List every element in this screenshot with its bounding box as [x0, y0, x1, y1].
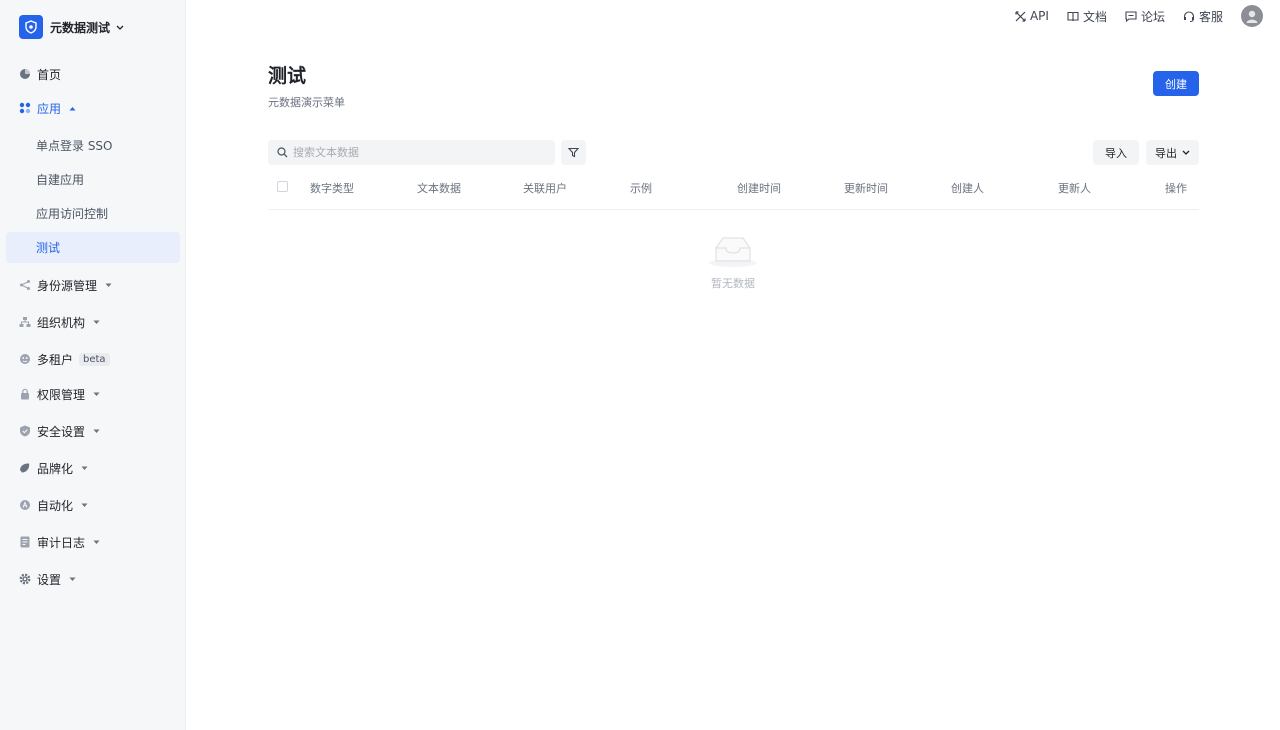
pie-chart-icon — [19, 68, 31, 80]
book-icon — [1067, 11, 1079, 21]
gear-icon — [19, 573, 31, 585]
automation-icon — [19, 499, 31, 511]
document-icon — [19, 536, 31, 548]
apps-icon — [19, 102, 31, 114]
column-header: 创建人 — [951, 182, 984, 195]
column-header: 创建时间 — [737, 182, 781, 195]
sidebar-subitem-sso[interactable]: 单点登录 SSO — [6, 130, 180, 161]
paint-icon — [19, 462, 31, 474]
top-toolbar: API 文档 论坛 客服 — [1015, 5, 1263, 27]
sidebar-item-branding[interactable]: 品牌化 — [6, 453, 180, 483]
org-chart-icon — [19, 316, 31, 328]
top-link-api[interactable]: API — [1015, 9, 1049, 23]
column-header: 操作 — [1165, 182, 1187, 195]
filter-icon — [568, 147, 579, 158]
search-box — [268, 140, 555, 165]
sidebar-subitem-test[interactable]: 测试 — [6, 232, 180, 263]
sidebar-item-label: 多租户 — [37, 352, 74, 367]
caret-down-icon — [93, 429, 100, 434]
sidebar-item-home[interactable]: 首页 — [6, 59, 180, 89]
sidebar-item-audit-log[interactable]: 审计日志 — [6, 527, 180, 557]
app-switcher[interactable]: 元数据测试 — [19, 15, 124, 39]
top-link-label: API — [1029, 9, 1049, 23]
filter-button[interactable] — [561, 140, 586, 165]
page-title: 测试 — [268, 65, 307, 87]
top-link-label: 论坛 — [1140, 9, 1165, 24]
sidebar-item-label: 权限管理 — [37, 387, 86, 402]
column-header: 更新时间 — [844, 182, 888, 195]
top-link-forum[interactable]: 论坛 — [1125, 8, 1165, 25]
sidebar-item-label: 身份源管理 — [37, 278, 98, 293]
import-label: 导入 — [1105, 146, 1127, 160]
caret-down-icon — [93, 320, 100, 325]
empty-text: 暂无数据 — [711, 277, 755, 290]
chevron-down-icon — [1182, 150, 1190, 155]
empty-state: 暂无数据 — [693, 234, 773, 291]
top-link-label: 客服 — [1198, 9, 1223, 24]
caret-down-icon — [93, 392, 100, 397]
top-link-docs[interactable]: 文档 — [1067, 8, 1107, 25]
sidebar-item-label: 设置 — [37, 572, 62, 587]
sidebar-item-organization[interactable]: 组织机构 — [6, 307, 180, 337]
avatar-icon — [1246, 10, 1258, 23]
caret-up-icon — [69, 106, 76, 111]
caret-down-icon — [81, 466, 88, 471]
sidebar-item-label: 组织机构 — [37, 315, 86, 330]
sidebar-item-label: 应用 — [37, 101, 62, 116]
sidebar-item-settings[interactable]: 设置 — [6, 564, 180, 594]
table-header: 数字类型 文本数据 关联用户 示例 创建时间 更新时间 创建人 更新人 操作 — [268, 172, 1199, 210]
search-icon — [277, 147, 288, 158]
sidebar-item-automation[interactable]: 自动化 — [6, 490, 180, 520]
api-icon — [1015, 10, 1026, 22]
share-icon — [19, 279, 31, 291]
page-description: 元数据演示菜单 — [268, 96, 345, 109]
create-button[interactable]: 创建 — [1153, 71, 1199, 96]
sidebar-item-security[interactable]: 安全设置 — [6, 416, 180, 446]
caret-down-icon — [93, 540, 100, 545]
sidebar-item-identity-source[interactable]: 身份源管理 — [6, 270, 180, 300]
sidebar-item-permissions[interactable]: 权限管理 — [6, 379, 180, 409]
select-all-checkbox[interactable] — [277, 181, 288, 192]
sidebar-item-label: 审计日志 — [37, 535, 86, 550]
shield-icon — [19, 425, 31, 437]
app-name: 元数据测试 — [50, 20, 111, 35]
caret-down-icon — [81, 503, 88, 508]
search-input[interactable] — [293, 146, 543, 159]
sidebar-item-label: 安全设置 — [37, 424, 86, 439]
sidebar-subitem-custom-apps[interactable]: 自建应用 — [6, 164, 180, 195]
beta-badge: beta — [79, 352, 110, 366]
caret-down-icon — [105, 283, 112, 288]
sidebar-item-apps[interactable]: 应用 — [6, 93, 180, 123]
empty-inbox-icon — [709, 237, 757, 267]
sidebar-item-multi-tenant[interactable]: 多租户 beta — [6, 344, 180, 374]
top-link-support[interactable]: 客服 — [1183, 8, 1223, 25]
import-button[interactable]: 导入 — [1093, 140, 1139, 165]
chevron-down-icon — [116, 20, 124, 34]
sidebar-item-label: 首页 — [37, 67, 62, 82]
column-header: 数字类型 — [310, 182, 354, 195]
top-link-label: 文档 — [1082, 9, 1107, 24]
forum-icon — [1125, 10, 1137, 22]
sidebar-item-label: 品牌化 — [37, 461, 74, 476]
column-header: 更新人 — [1058, 182, 1091, 195]
lock-icon — [19, 388, 31, 400]
sidebar: 元数据测试 首页 应用 单点登录 SSO 自建应用 应用访问控制 测试 身份源管… — [0, 0, 186, 730]
export-label: 导出 — [1155, 146, 1177, 160]
headset-icon — [1183, 10, 1195, 22]
sidebar-item-label: 自动化 — [37, 498, 74, 513]
column-header: 关联用户 — [523, 182, 567, 195]
tenant-icon — [19, 353, 31, 365]
export-dropdown-button[interactable]: 导出 — [1146, 140, 1199, 165]
user-avatar[interactable] — [1241, 5, 1263, 27]
shield-logo-icon — [19, 15, 43, 39]
caret-down-icon — [69, 577, 76, 582]
column-header: 示例 — [630, 182, 652, 195]
column-header: 文本数据 — [417, 182, 461, 195]
sidebar-subitem-access-control[interactable]: 应用访问控制 — [6, 198, 180, 229]
